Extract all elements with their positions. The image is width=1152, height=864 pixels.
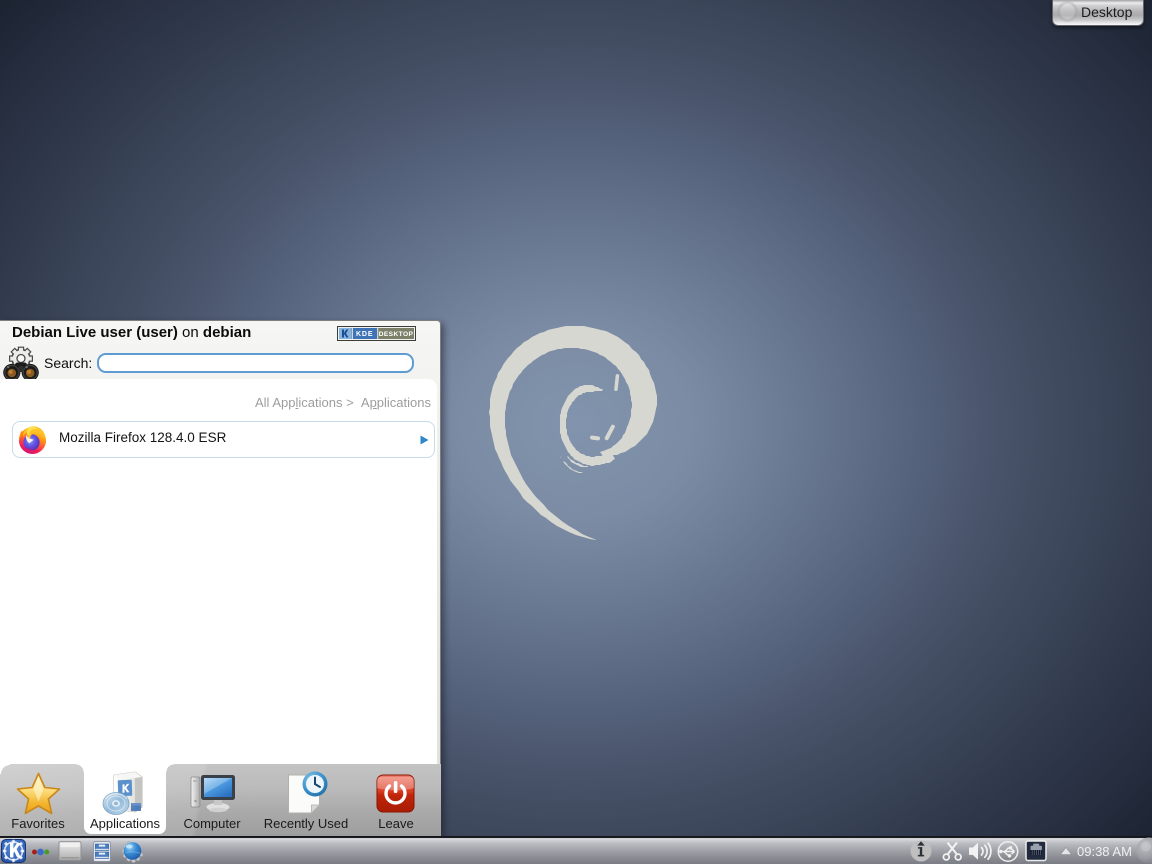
svg-text:KDE: KDE [356,331,373,338]
svg-text:DESKTOP: DESKTOP [379,331,414,338]
